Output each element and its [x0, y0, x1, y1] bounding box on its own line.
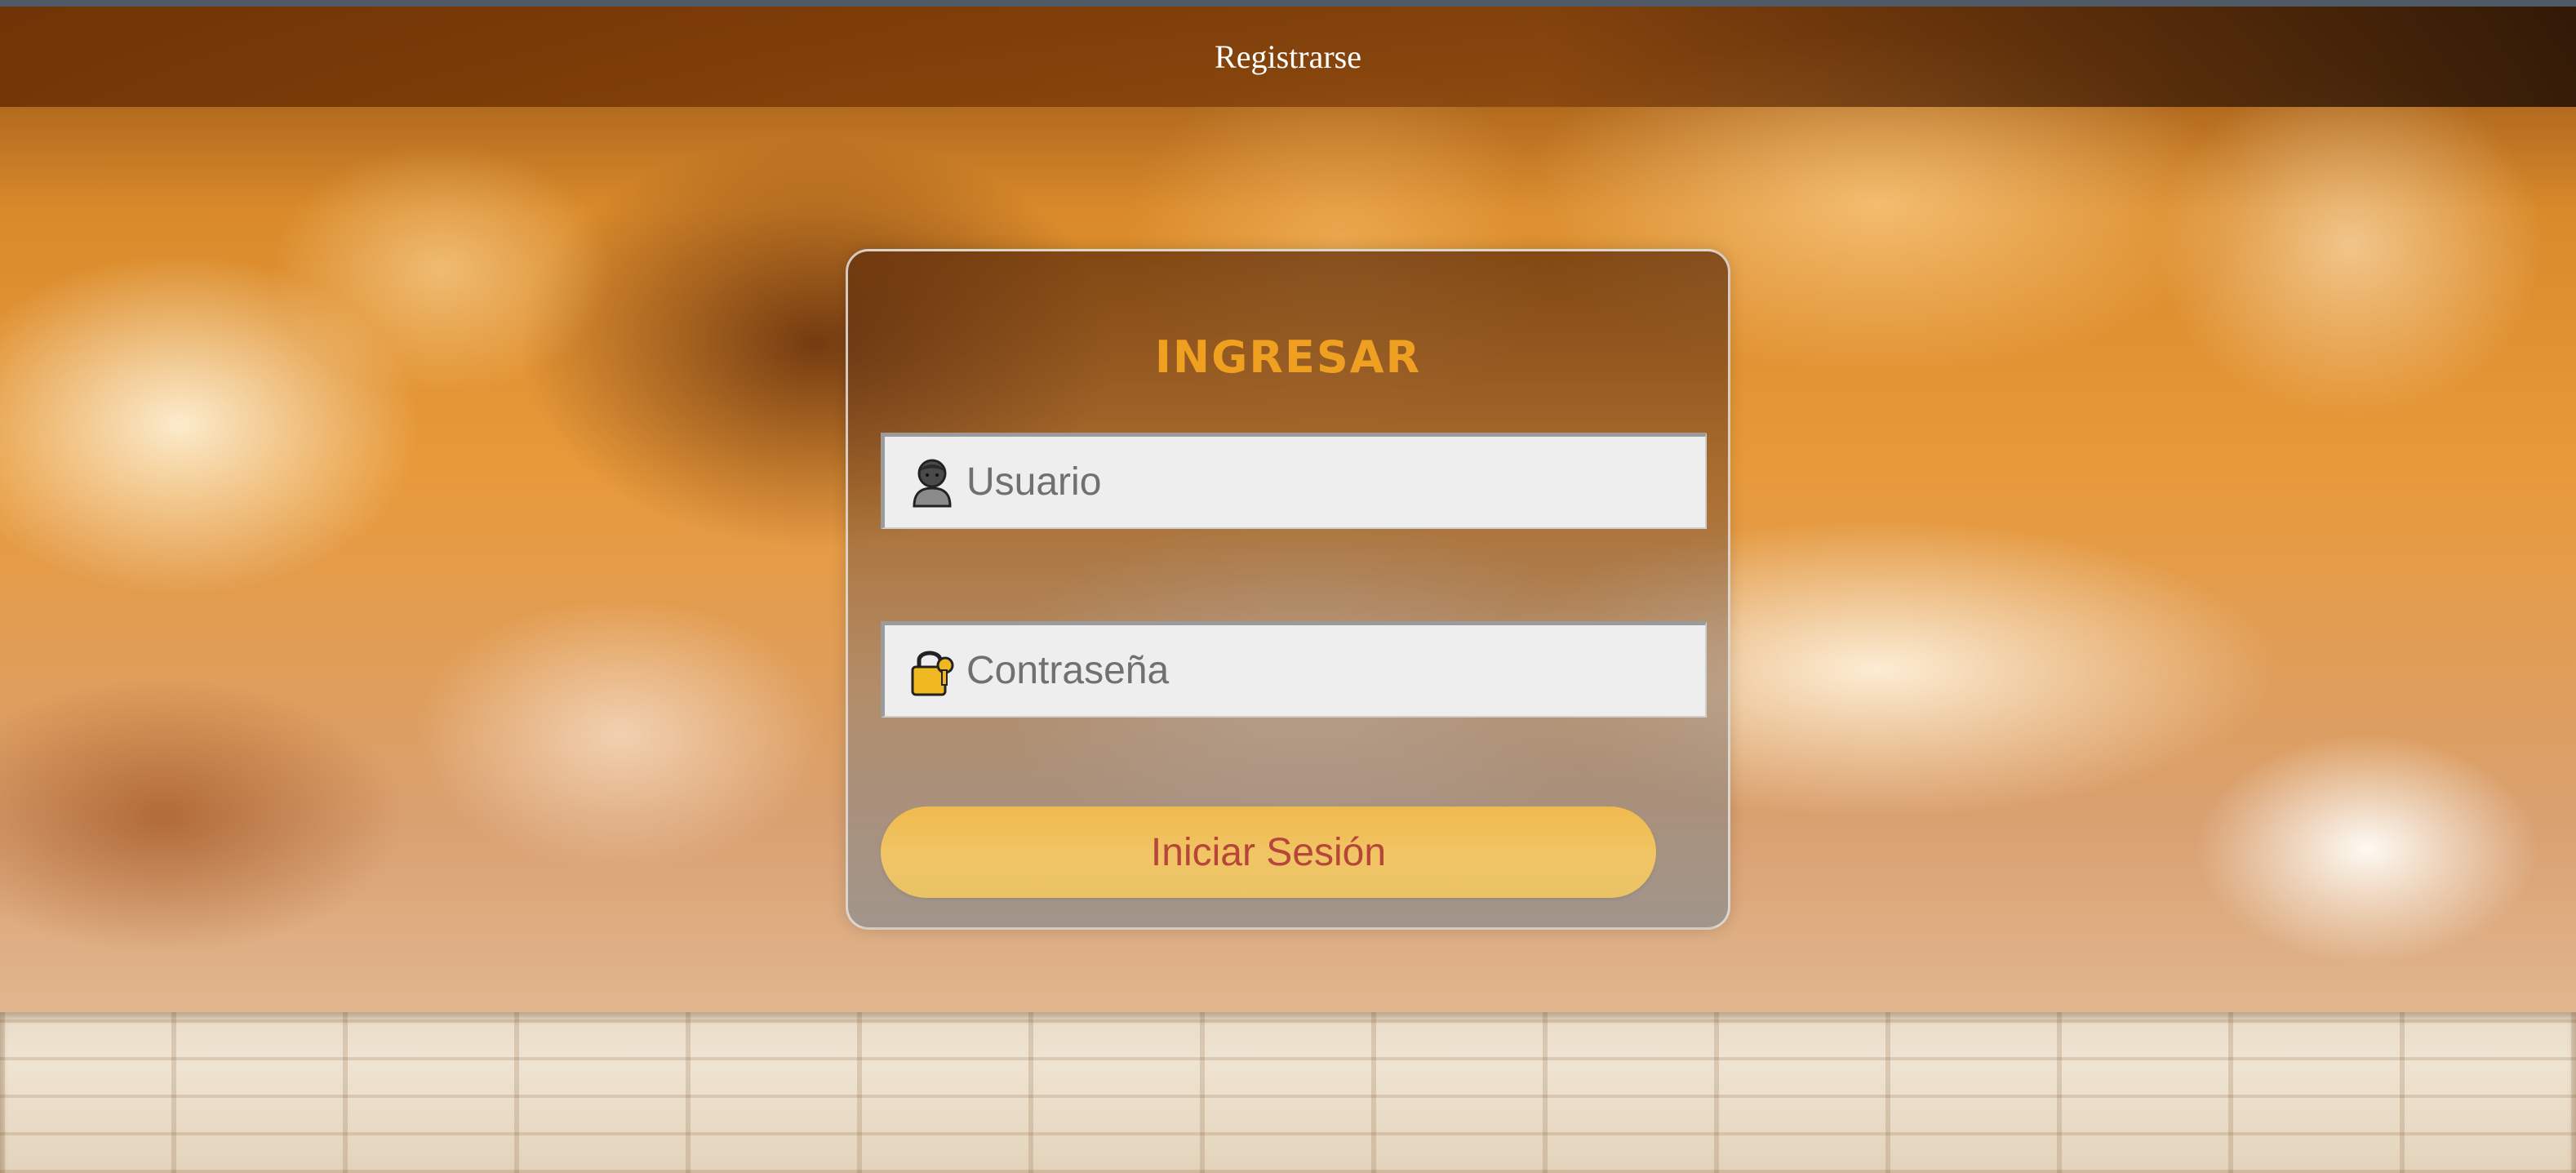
username-field[interactable] — [881, 433, 1707, 529]
lock-key-icon — [909, 644, 955, 698]
login-button[interactable]: Iniciar Sesión — [881, 806, 1656, 898]
password-input[interactable] — [966, 638, 1668, 704]
top-border — [0, 0, 2576, 7]
user-icon — [909, 455, 955, 509]
login-title: INGRESAR — [1154, 331, 1422, 383]
username-input[interactable] — [966, 449, 1668, 515]
login-card: INGRESAR Iniciar Sesión — [846, 249, 1730, 930]
wooden-table-surface — [0, 1012, 2576, 1173]
password-field[interactable] — [881, 621, 1707, 718]
top-navbar: Registrarse — [0, 7, 2576, 107]
register-link[interactable]: Registrarse — [1215, 38, 1361, 76]
